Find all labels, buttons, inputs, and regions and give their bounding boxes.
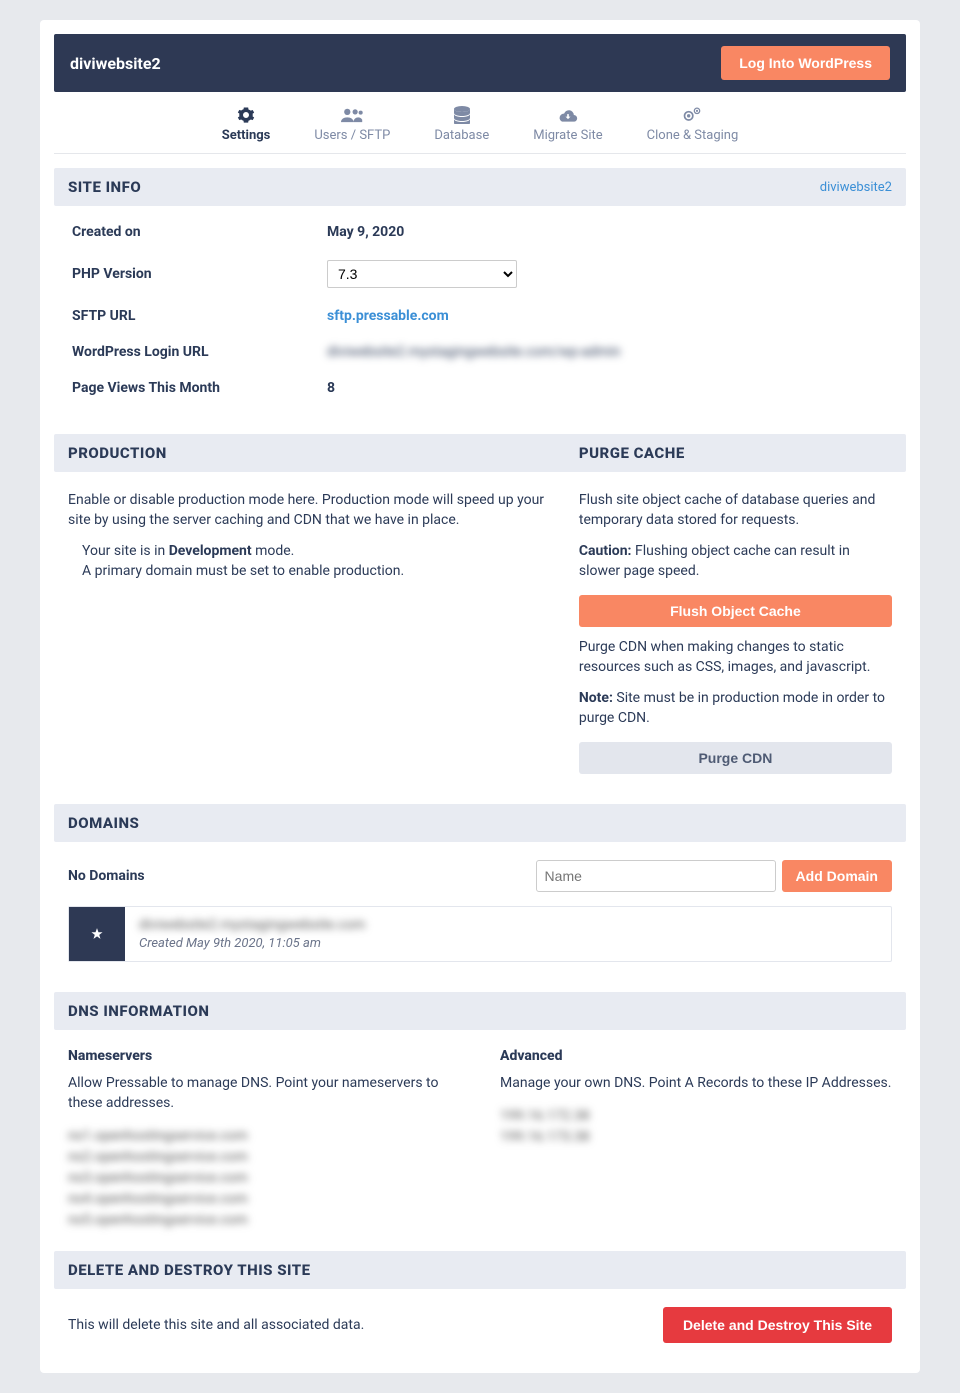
site-info-header: SITE INFO diviwebsite2 — [54, 168, 906, 206]
dns-heading: DNS INFORMATION — [68, 1002, 209, 1020]
domain-name-value: diviwebsite2.mystagingwebsite.com — [139, 917, 877, 933]
tab-label: Database — [434, 128, 489, 143]
gear-icon — [237, 106, 255, 124]
tab-clone-staging[interactable]: Clone & Staging — [647, 106, 739, 143]
no-domains-label: No Domains — [68, 868, 145, 884]
nameservers-desc: Allow Pressable to manage DNS. Point you… — [68, 1074, 460, 1113]
domain-created-meta: Created May 9th 2020, 11:05 am — [139, 936, 877, 951]
tab-migrate-site[interactable]: Migrate Site — [533, 106, 602, 143]
php-version-label: PHP Version — [72, 266, 327, 282]
delete-desc: This will delete this site and all assoc… — [68, 1317, 364, 1333]
tab-label: Settings — [222, 128, 271, 143]
cache-caution: Caution: Flushing object cache can resul… — [579, 541, 892, 582]
add-domain-button[interactable]: Add Domain — [782, 860, 892, 892]
created-on-value: May 9, 2020 — [327, 224, 888, 240]
advanced-heading: Advanced — [500, 1048, 892, 1064]
nameservers-heading: Nameservers — [68, 1048, 460, 1064]
created-on-label: Created on — [72, 224, 327, 240]
purge-cache-heading: PURGE CACHE — [579, 444, 685, 462]
cache-desc: Flush site object cache of database quer… — [579, 490, 892, 531]
production-desc: Enable or disable production mode here. … — [68, 490, 559, 531]
sftp-url-value[interactable]: sftp.pressable.com — [327, 308, 888, 324]
production-heading: PRODUCTION — [68, 444, 579, 462]
wp-login-label: WordPress Login URL — [72, 344, 327, 360]
cdn-note: Note: Site must be in production mode in… — [579, 688, 892, 729]
tab-database[interactable]: Database — [434, 106, 489, 143]
ip-list: 199.16.172.38199.16.173.38 — [500, 1106, 892, 1148]
nameserver-entry: ns2.openhostingservice.com — [68, 1147, 460, 1168]
title-bar: diviwebsite2 Log Into WordPress — [54, 34, 906, 92]
delete-destroy-button[interactable]: Delete and Destroy This Site — [663, 1307, 892, 1343]
wp-login-value[interactable]: diviwebsite2.mystagingwebsite.com/wp-adm… — [327, 344, 888, 360]
dev-mode-line1: Your site is in Development mode. — [82, 541, 559, 561]
domains-heading: DOMAINS — [68, 814, 139, 832]
sftp-url-label: SFTP URL — [72, 308, 327, 324]
php-version-select[interactable]: 7.3 — [327, 260, 517, 288]
dev-mode-line2: A primary domain must be set to enable p… — [82, 561, 559, 581]
cloud-down-icon — [558, 106, 578, 124]
tab-label: Clone & Staging — [647, 128, 739, 143]
site-info-link[interactable]: diviwebsite2 — [820, 180, 892, 195]
tab-settings[interactable]: Settings — [222, 106, 271, 143]
cdn-desc: Purge CDN when making changes to static … — [579, 637, 892, 678]
site-info-heading: SITE INFO — [68, 178, 141, 196]
domain-row: diviwebsite2.mystagingwebsite.com Create… — [68, 906, 892, 962]
nameserver-entry: ns4.openhostingservice.com — [68, 1189, 460, 1210]
purge-cdn-button[interactable]: Purge CDN — [579, 742, 892, 774]
delete-heading: DELETE AND DESTROY THIS SITE — [68, 1261, 311, 1279]
database-icon — [454, 106, 470, 124]
page-views-label: Page Views This Month — [72, 380, 327, 396]
page-views-value: 8 — [327, 380, 888, 396]
primary-domain-star[interactable] — [69, 907, 125, 961]
site-info-table: Created on May 9, 2020 PHP Version 7.3 S… — [54, 206, 906, 420]
tab-label: Migrate Site — [533, 128, 602, 143]
ip-entry: 199.16.172.38 — [500, 1106, 892, 1127]
dns-header: DNS INFORMATION — [54, 992, 906, 1030]
site-name: diviwebsite2 — [70, 54, 161, 73]
tab-label: Users / SFTP — [314, 128, 390, 143]
gears-icon — [682, 106, 702, 124]
tab-bar: Settings Users / SFTP Database Migrate Site… — [54, 92, 906, 154]
star-icon — [90, 927, 104, 941]
users-icon — [341, 106, 363, 124]
ip-entry: 199.16.173.38 — [500, 1127, 892, 1148]
nameserver-list: ns1.openhostingservice.comns2.openhostin… — [68, 1126, 460, 1231]
login-wordpress-button[interactable]: Log Into WordPress — [721, 46, 890, 80]
flush-object-cache-button[interactable]: Flush Object Cache — [579, 595, 892, 627]
advanced-desc: Manage your own DNS. Point A Records to … — [500, 1074, 892, 1094]
prod-cache-header: PRODUCTION PURGE CACHE — [54, 434, 906, 472]
nameserver-entry: ns5.openhostingservice.com — [68, 1210, 460, 1231]
delete-header: DELETE AND DESTROY THIS SITE — [54, 1251, 906, 1289]
domains-header: DOMAINS — [54, 804, 906, 842]
tab-users-sftp[interactable]: Users / SFTP — [314, 106, 390, 143]
nameserver-entry: ns1.openhostingservice.com — [68, 1126, 460, 1147]
nameserver-entry: ns3.openhostingservice.com — [68, 1168, 460, 1189]
domain-name-input[interactable] — [536, 860, 776, 892]
